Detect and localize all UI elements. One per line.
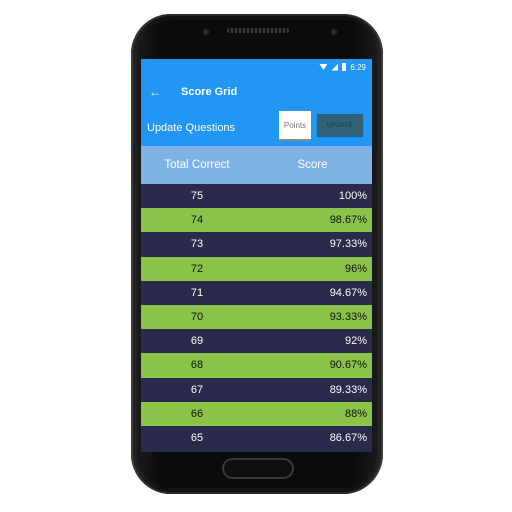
- earpiece-speaker: [227, 28, 289, 33]
- battery-icon: [342, 63, 347, 71]
- score-cell: 92%: [344, 335, 367, 348]
- score-cell: 97.33%: [329, 238, 367, 251]
- table-header: Total Correct Score: [141, 146, 372, 184]
- total-correct-cell: 65: [190, 431, 204, 444]
- table-row: 73 97.33%: [141, 232, 372, 257]
- score-cell: 88%: [344, 407, 367, 420]
- status-time: 6:29: [350, 62, 366, 72]
- column-header-score: Score: [297, 159, 328, 171]
- update-questions-label: Update Questions: [147, 121, 236, 134]
- points-input[interactable]: Points: [279, 111, 311, 141]
- update-button[interactable]: UPDATE: [317, 114, 363, 136]
- table-row: 67 89.33%: [141, 377, 372, 402]
- total-correct-cell: 74: [190, 214, 204, 227]
- update-questions-row: Update Questions Points UPDATE: [141, 109, 372, 146]
- signal-icon: [331, 63, 339, 71]
- total-correct-cell: 71: [190, 286, 204, 299]
- total-correct-cell: 66: [190, 407, 204, 420]
- score-cell: 89.33%: [329, 383, 367, 396]
- front-camera-icon: [203, 29, 209, 35]
- home-button[interactable]: [224, 460, 292, 477]
- table-row: 71 94.67%: [141, 280, 372, 305]
- table-row: 75 100%: [141, 184, 372, 209]
- column-header-total-correct: Total Correct: [164, 159, 230, 171]
- status-bar: 6:29: [141, 59, 372, 75]
- score-table-body: 75 100% 74 98.67% 73 97.33% 72 96% 71 94.67% …: [141, 184, 372, 451]
- score-cell: 93.33%: [329, 311, 367, 324]
- wifi-icon: [319, 64, 328, 70]
- table-row: 72 96%: [141, 256, 372, 281]
- proximity-sensor-icon: [331, 29, 337, 35]
- page-title: Score Grid: [181, 86, 238, 98]
- table-row: 65 86.67%: [141, 425, 372, 451]
- score-cell: 96%: [344, 262, 367, 275]
- total-correct-cell: 67: [190, 383, 204, 396]
- table-row: 74 98.67%: [141, 208, 372, 233]
- total-correct-cell: 73: [190, 238, 204, 251]
- score-cell: 86.67%: [329, 431, 367, 444]
- app-bar: ← Score Grid: [141, 75, 372, 109]
- table-row: 70 93.33%: [141, 304, 372, 330]
- score-cell: 98.67%: [329, 214, 367, 227]
- table-row: 68 90.67%: [141, 353, 372, 378]
- total-correct-cell: 75: [190, 190, 204, 203]
- score-cell: 90.67%: [329, 359, 367, 372]
- total-correct-cell: 72: [190, 262, 204, 275]
- score-cell: 100%: [338, 190, 367, 203]
- arrow-left-icon[interactable]: ←: [149, 85, 175, 99]
- total-correct-cell: 69: [190, 335, 204, 348]
- table-row: 66 88%: [141, 401, 372, 426]
- table-row: 69 92%: [141, 329, 372, 354]
- app-screen: 6:29 ← Score Grid Update Questions Point…: [141, 59, 372, 452]
- score-cell: 94.67%: [329, 286, 367, 299]
- total-correct-cell: 70: [190, 311, 204, 324]
- total-correct-cell: 68: [190, 359, 204, 372]
